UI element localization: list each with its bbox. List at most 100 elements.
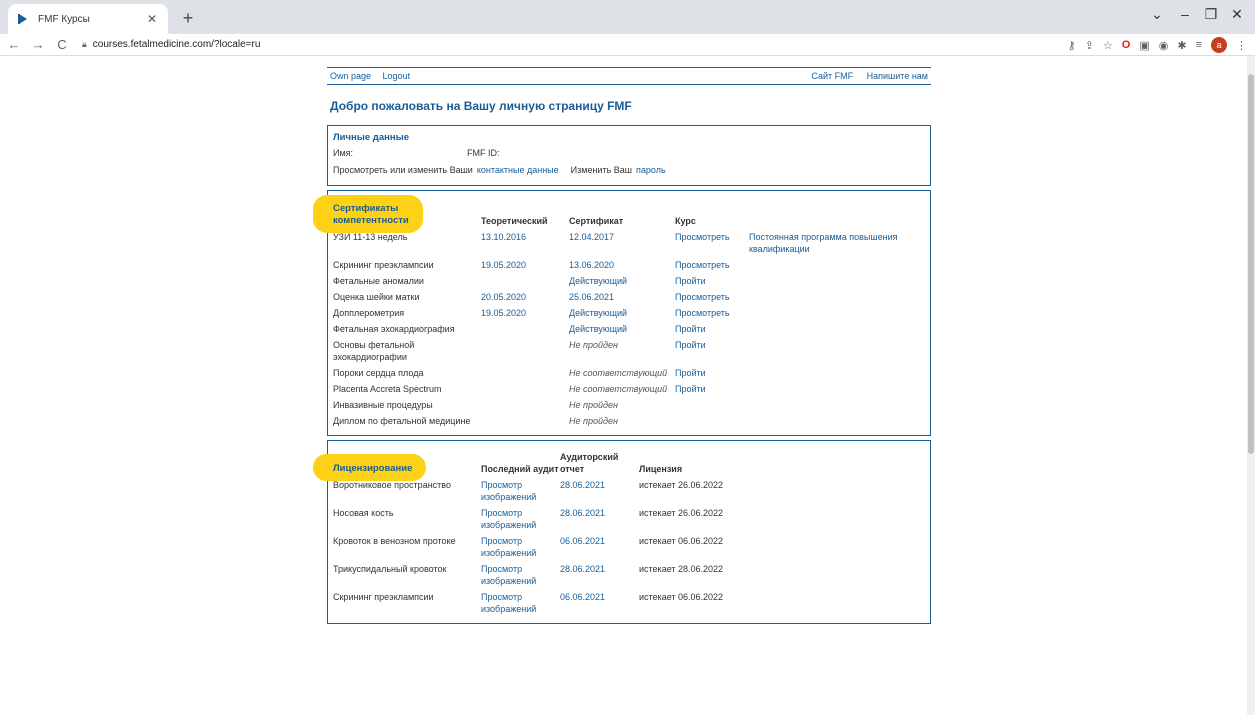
- reload-icon[interactable]: C: [52, 37, 72, 52]
- certificates-title-line2: компетентности: [333, 215, 409, 226]
- certificate-course-link[interactable]: Пройти: [675, 367, 749, 383]
- audit-report-link[interactable]: 28.06.2021: [560, 563, 639, 591]
- certificate-course-link[interactable]: Пройти: [675, 323, 749, 339]
- reading-list-icon[interactable]: ≡: [1196, 39, 1202, 51]
- view-images-link[interactable]: Просмотр изображений: [481, 507, 560, 535]
- certificates-heading-highlight: Сертификаты компетентности: [313, 195, 423, 233]
- certificate-course-link[interactable]: Просмотреть: [675, 259, 749, 275]
- col-header-certificate: Сертификат: [569, 216, 624, 226]
- audit-report-link[interactable]: 28.06.2021: [560, 507, 639, 535]
- certificate-program-link: [749, 291, 931, 307]
- licensing-table: Лицензирование Последний аудит Аудиторск…: [312, 451, 925, 619]
- certificate-theory-date: [481, 383, 569, 399]
- certificate-name: Фетальные аномалии: [333, 276, 424, 286]
- forward-icon[interactable]: →: [28, 37, 48, 52]
- certificate-program-link: [749, 383, 931, 399]
- fmf-id-label: FMF ID:: [467, 148, 500, 158]
- certificate-course-link: [675, 399, 749, 415]
- tab-search-icon[interactable]: ⌄: [1145, 6, 1169, 23]
- certificate-program-link: [749, 259, 931, 275]
- certificate-status[interactable]: 12.04.2017: [569, 231, 675, 259]
- certificates-title-line1: Сертификаты: [333, 203, 399, 214]
- certificate-theory-date[interactable]: 19.05.2020: [481, 307, 569, 323]
- certificate-status[interactable]: Действующий: [569, 323, 675, 339]
- profile-avatar[interactable]: a: [1211, 37, 1227, 53]
- certificate-name: Placenta Accreta Spectrum: [333, 384, 442, 394]
- certificate-course-link[interactable]: Просмотреть: [675, 307, 749, 323]
- certificate-status[interactable]: Действующий: [569, 275, 675, 291]
- browser-tab[interactable]: FMF Курсы ✕: [8, 4, 168, 34]
- extensions-puzzle-icon[interactable]: ✱: [1177, 39, 1186, 52]
- certificate-status: Не пройден: [569, 340, 618, 350]
- certificate-theory-date[interactable]: 19.05.2020: [481, 259, 569, 275]
- col-header-theory: Теоретический: [481, 216, 548, 226]
- audit-report-link[interactable]: 06.06.2021: [560, 591, 639, 619]
- extension-badge-icon[interactable]: ▣: [1139, 39, 1149, 52]
- certificate-course-link[interactable]: Просмотреть: [675, 231, 749, 259]
- window-close-icon[interactable]: ✕: [1225, 6, 1249, 23]
- licensing-heading: Лицензирование: [312, 454, 481, 481]
- certificate-course-link[interactable]: Просмотреть: [675, 291, 749, 307]
- certificate-course-link[interactable]: Пройти: [675, 339, 749, 367]
- certificate-theory-date[interactable]: 20.05.2020: [481, 291, 569, 307]
- audit-report-link[interactable]: 28.06.2021: [560, 479, 639, 507]
- restore-icon[interactable]: ❐: [1199, 6, 1223, 23]
- certificate-program-link: [749, 415, 931, 431]
- certificates-heading: Сертификаты компетентности: [313, 195, 481, 233]
- certificate-name: Диплом по фетальной медицине: [333, 416, 471, 426]
- certificates-table: Сертификаты компетентности Теоретический…: [313, 195, 925, 431]
- opera-extension-icon[interactable]: O: [1122, 39, 1131, 51]
- password-link[interactable]: пароль: [636, 164, 666, 177]
- back-icon[interactable]: ←: [4, 37, 24, 52]
- certificate-status: Не пройден: [569, 400, 618, 410]
- certificate-course-link[interactable]: Пройти: [675, 275, 749, 291]
- bookmark-star-icon[interactable]: ☆: [1103, 39, 1113, 52]
- view-images-link[interactable]: Просмотр изображений: [481, 591, 560, 619]
- view-contacts-text: Просмотреть или изменить Ваши: [333, 165, 473, 175]
- license-expiry: истекает 28.06.2022: [639, 564, 724, 574]
- logout-link[interactable]: Logout: [383, 71, 411, 81]
- certificate-name: Инвазивные процедуры: [333, 400, 433, 410]
- certificate-status: Не соответствующий: [569, 368, 668, 378]
- licensing-title: Лицензирование: [333, 463, 413, 474]
- certificate-program-link: [749, 323, 931, 339]
- license-name: Воротниковое пространство: [333, 480, 451, 490]
- certificate-status[interactable]: Действующий: [569, 307, 675, 323]
- certificate-theory-date[interactable]: 13.10.2016: [481, 231, 569, 259]
- certificate-theory-date: [481, 415, 569, 431]
- certificate-status[interactable]: 13.06.2020: [569, 259, 675, 275]
- fmf-site-link[interactable]: Сайт FMF: [811, 71, 853, 81]
- view-images-link[interactable]: Просмотр изображений: [481, 563, 560, 591]
- audit-report-link[interactable]: 06.06.2021: [560, 535, 639, 563]
- menu-icon[interactable]: ⋮: [1236, 39, 1247, 52]
- certificate-program-link[interactable]: Постоянная программа повышения квалифика…: [749, 231, 931, 259]
- license-name: Трикуспидальный кровоток: [333, 564, 447, 574]
- col-header-course: Курс: [675, 216, 696, 226]
- key-icon[interactable]: ⚷: [1068, 39, 1076, 52]
- licensing-panel: Лицензирование Последний аудит Аудиторск…: [312, 440, 931, 624]
- certificate-theory-date: [481, 367, 569, 383]
- view-images-link[interactable]: Просмотр изображений: [481, 535, 560, 563]
- tab-close-icon[interactable]: ✕: [144, 12, 160, 26]
- change-password-text: Изменить Ваш: [570, 165, 632, 175]
- certificate-status: Не соответствующий: [569, 384, 668, 394]
- certificate-course-link[interactable]: Пройти: [675, 383, 749, 399]
- write-us-link[interactable]: Напишите нам: [867, 71, 928, 81]
- col-header-audit-report: Аудиторский отчет: [560, 452, 619, 474]
- certificate-theory-date: [481, 399, 569, 415]
- view-images-link[interactable]: Просмотр изображений: [481, 479, 560, 507]
- minimize-icon[interactable]: –: [1173, 6, 1197, 22]
- contact-details-link[interactable]: контактные данные: [477, 164, 559, 177]
- own-page-link[interactable]: Own page: [330, 71, 371, 81]
- page-title: Добро пожаловать на Вашу личную страницу…: [330, 99, 632, 113]
- page-scrollbar-thumb[interactable]: [1248, 74, 1254, 454]
- licensing-heading-highlight: Лицензирование: [312, 454, 427, 481]
- top-navigation: Own page Logout Сайт FMF Напишите нам: [327, 67, 931, 85]
- new-tab-icon[interactable]: +: [176, 8, 200, 28]
- certificate-status: Не пройден: [569, 416, 618, 426]
- share-icon[interactable]: ⇪: [1085, 39, 1094, 52]
- address-bar[interactable]: 🔒︎ courses.fetalmedicine.com/?locale=ru: [82, 39, 260, 50]
- extension-circle-icon[interactable]: ◉: [1159, 39, 1169, 52]
- license-expiry: истекает 06.06.2022: [639, 536, 724, 546]
- certificate-status[interactable]: 25.06.2021: [569, 291, 675, 307]
